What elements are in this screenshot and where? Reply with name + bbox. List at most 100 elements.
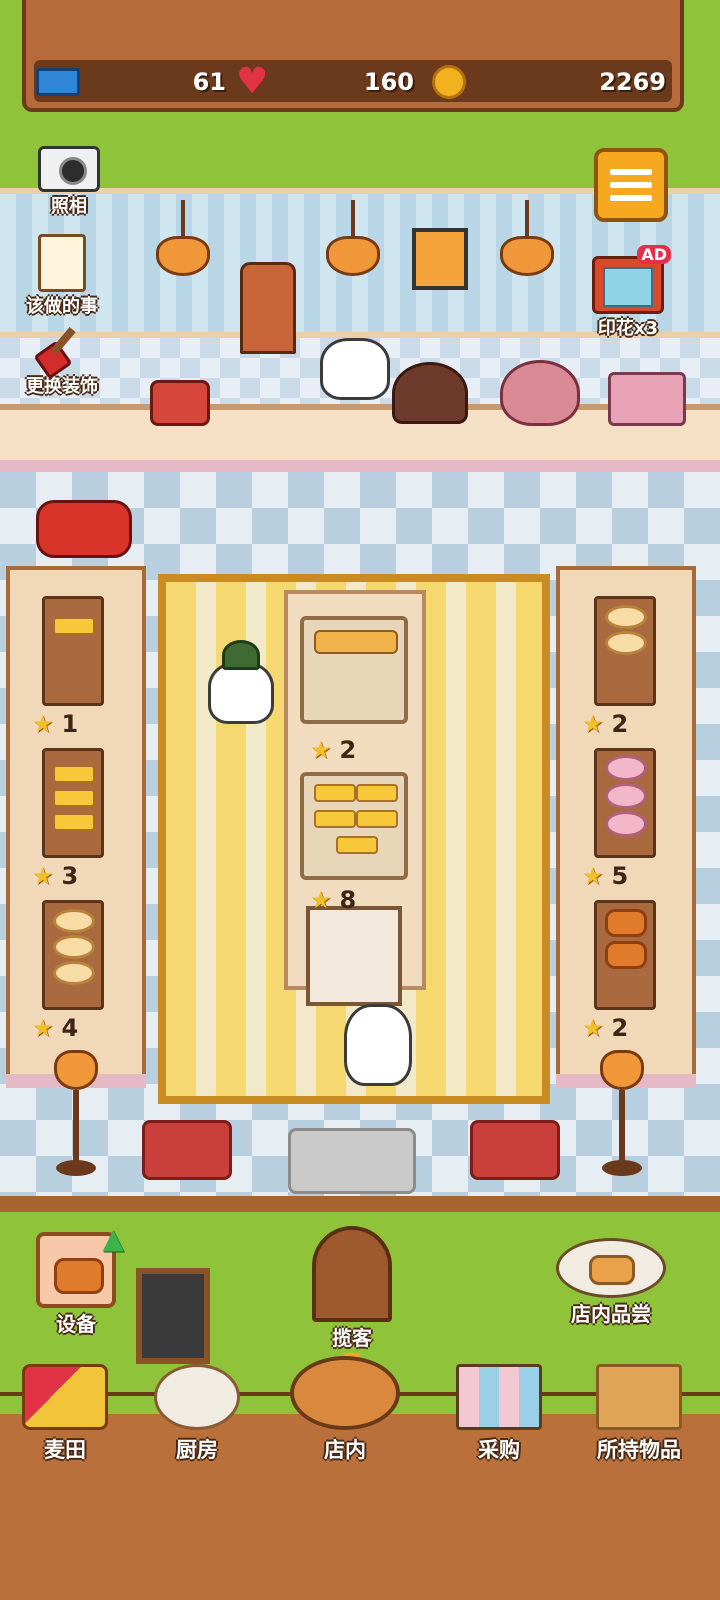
menu-line-icon xyxy=(610,182,652,188)
nav-store-interior[interactable]: 店内 xyxy=(280,1356,410,1464)
nav-kitchen[interactable]: 厨房 xyxy=(132,1364,262,1464)
tv-icon: AD xyxy=(592,245,671,314)
hearts-value-wrap: 160 xyxy=(330,62,414,102)
clipboard-icon xyxy=(38,234,86,292)
decorate-button[interactable]: 更换装饰 xyxy=(26,322,98,398)
rating-value: 3 xyxy=(61,862,79,890)
teapot-icon xyxy=(500,360,580,426)
invite-customers-button[interactable]: 揽客 ▼ xyxy=(312,1226,392,1372)
nav-label: 麦田 xyxy=(44,1438,86,1462)
center-rating-1: ★ 2 xyxy=(310,736,356,764)
kitchen-icon xyxy=(154,1364,240,1430)
tasting-button[interactable]: 店内品尝 xyxy=(556,1238,666,1327)
nav-label: 采购 xyxy=(478,1438,520,1462)
tasting-plate-icon xyxy=(556,1238,666,1298)
stamps-ad-button[interactable]: AD 印花x3 xyxy=(592,245,671,340)
star-icon: ★ xyxy=(582,1014,604,1042)
star-icon: ★ xyxy=(310,736,332,764)
star-icon: ★ xyxy=(582,710,604,738)
decorate-label: 更换装饰 xyxy=(26,376,98,397)
ticket-icon xyxy=(36,68,80,96)
nav-inventory[interactable]: 所持物品 xyxy=(574,1364,704,1464)
coins-value: 2269 xyxy=(599,68,666,96)
wall-picture xyxy=(412,228,468,290)
star-icon: ★ xyxy=(32,862,54,890)
rating-value: 4 xyxy=(61,1014,79,1042)
green-hat-icon xyxy=(222,640,260,670)
star-icon: ★ xyxy=(582,862,604,890)
equipment-button[interactable]: ▲ 设备 xyxy=(36,1222,124,1337)
teacups-icon xyxy=(608,372,686,426)
coin-icon xyxy=(432,65,466,99)
star-icon: ★ xyxy=(310,886,332,914)
left-case-2[interactable] xyxy=(42,748,104,858)
equipment-label: 设备 xyxy=(56,1312,96,1336)
todo-button[interactable]: 该做的事 xyxy=(26,234,98,318)
flower-planter-right xyxy=(470,1120,560,1180)
wheat-field-icon xyxy=(22,1364,108,1430)
todo-label: 该做的事 xyxy=(26,296,98,317)
cat-lamp-left xyxy=(54,1050,98,1180)
cat-lamp-right xyxy=(600,1050,644,1180)
coins-counter[interactable] xyxy=(432,62,466,102)
center-rating-2: ★ 8 xyxy=(310,886,356,914)
tickets-value: 61 xyxy=(192,68,226,96)
invite-label: 揽客 xyxy=(332,1326,372,1350)
tickets-counter[interactable] xyxy=(36,62,80,102)
ad-badge: AD xyxy=(637,245,671,264)
coins-value-wrap: 2269 xyxy=(560,62,666,102)
stamps-label: 印花x3 xyxy=(597,318,659,339)
camera-icon xyxy=(38,146,100,192)
nav-label: 厨房 xyxy=(176,1438,218,1462)
hearts-counter[interactable]: ♥ xyxy=(236,62,272,102)
menu-board-icon[interactable] xyxy=(136,1268,210,1364)
left-case-1[interactable] xyxy=(42,596,104,706)
tasting-label: 店内品尝 xyxy=(571,1302,651,1326)
right-rating-1: ★ 2 xyxy=(582,710,628,738)
rating-value: 2 xyxy=(339,736,357,764)
flower-planter-left xyxy=(142,1120,232,1180)
rating-value: 2 xyxy=(611,1014,629,1042)
inventory-box-icon xyxy=(596,1364,682,1430)
upgrade-arrow-icon: ▲ xyxy=(102,1222,124,1255)
dog-on-cushion[interactable] xyxy=(36,500,132,558)
right-rating-2: ★ 5 xyxy=(582,862,628,890)
entrance-mat xyxy=(288,1128,416,1194)
door-icon xyxy=(312,1226,392,1322)
left-case-3[interactable] xyxy=(42,900,104,1010)
right-case-1[interactable] xyxy=(594,596,656,706)
right-case-3[interactable] xyxy=(594,900,656,1010)
hanging-lamp xyxy=(500,200,554,278)
camera-label: 照相 xyxy=(51,196,87,217)
equipment-icon: ▲ xyxy=(36,1222,124,1308)
star-icon: ★ xyxy=(32,710,54,738)
left-rating-1: ★ 1 xyxy=(32,710,78,738)
menu-button[interactable] xyxy=(594,148,668,222)
camera-button[interactable]: 照相 xyxy=(38,146,100,218)
right-rating-3: ★ 2 xyxy=(582,1014,628,1042)
bread-tray-loaves[interactable] xyxy=(300,616,408,724)
bread-tray-butter[interactable] xyxy=(300,772,408,880)
shopping-icon xyxy=(456,1364,542,1430)
cutlery-stand[interactable] xyxy=(306,906,402,1006)
menu-line-icon xyxy=(610,169,652,175)
nav-shopping[interactable]: 采购 xyxy=(434,1364,564,1464)
nav-label: 所持物品 xyxy=(597,1438,681,1462)
nav-wheat-field[interactable]: 麦田 xyxy=(0,1364,130,1464)
right-case-2[interactable] xyxy=(594,748,656,858)
heart-icon: ♥ xyxy=(236,61,269,102)
nav-label: 店内 xyxy=(324,1438,366,1462)
customer-cat[interactable] xyxy=(344,1004,412,1086)
cash-register-icon xyxy=(392,362,468,424)
hanging-lamp xyxy=(326,200,380,278)
menu-line-icon xyxy=(610,195,652,201)
tickets-value-wrap: 61 xyxy=(140,62,226,102)
bread-cabinet xyxy=(240,262,296,354)
rating-value: 1 xyxy=(61,710,79,738)
rating-value: 2 xyxy=(611,710,629,738)
hearts-value: 160 xyxy=(363,68,414,96)
store-interior-icon xyxy=(290,1356,400,1430)
shopkeeper-cat[interactable] xyxy=(320,338,390,400)
customer-cat-green-hat[interactable] xyxy=(208,662,274,724)
hanging-lamp xyxy=(156,200,210,278)
